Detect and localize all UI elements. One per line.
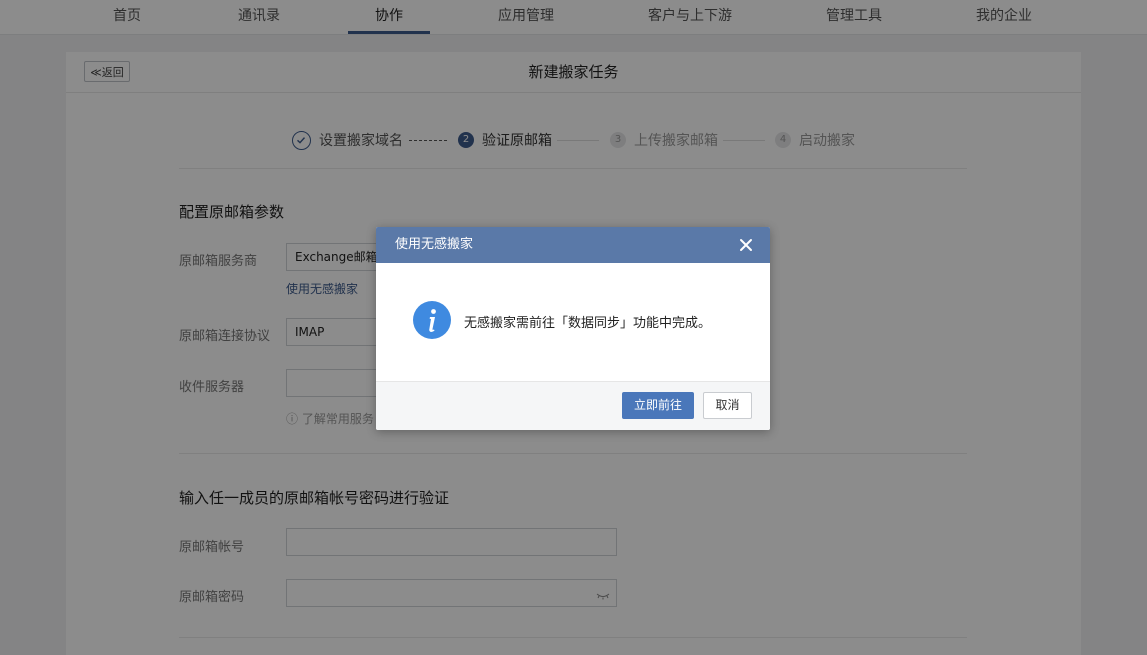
seamless-migration-dialog: 使用无感搬家 无感搬家需前往「数据同步」功能中完成。 立即前往 取消 (376, 227, 770, 430)
dialog-body: 无感搬家需前往「数据同步」功能中完成。 (376, 263, 770, 381)
dialog-title: 使用无感搬家 (395, 237, 474, 252)
dialog-header: 使用无感搬家 (376, 227, 770, 263)
dialog-message: 无感搬家需前往「数据同步」功能中完成。 (464, 316, 712, 331)
cancel-button[interactable]: 取消 (703, 392, 752, 419)
close-icon[interactable] (736, 235, 756, 255)
go-now-button[interactable]: 立即前往 (622, 392, 694, 419)
info-icon (413, 301, 451, 339)
dialog-footer: 立即前往 取消 (376, 381, 770, 430)
